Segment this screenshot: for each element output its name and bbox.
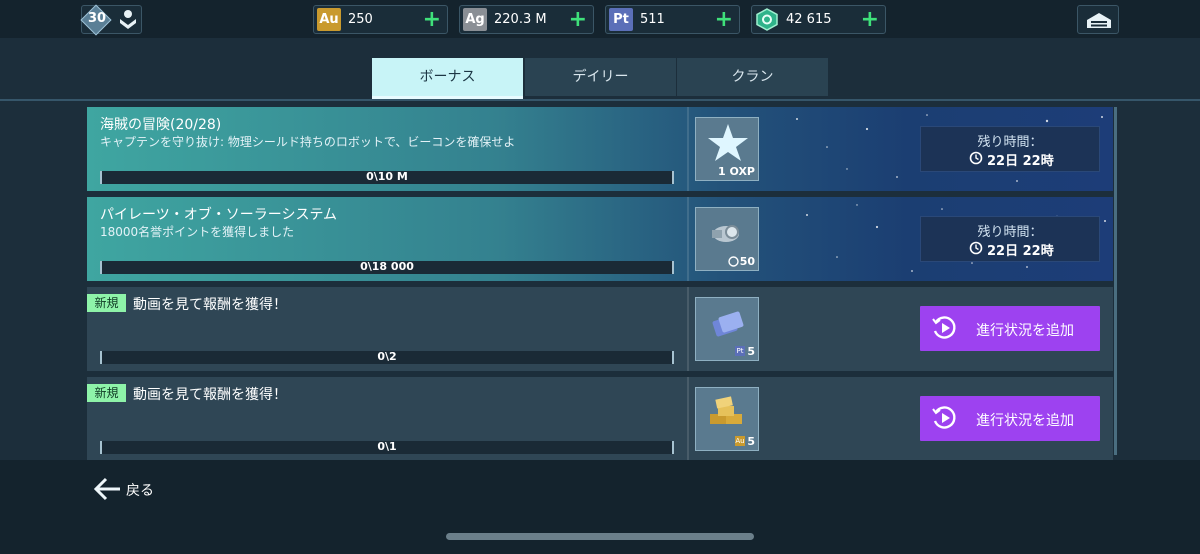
quest-progress-bar: 0\10 M	[100, 170, 674, 184]
rank-chevron-icon	[120, 10, 136, 29]
card-divider	[687, 197, 689, 281]
card-divider	[687, 287, 689, 371]
quest-progress-bar: 0\1	[100, 440, 674, 454]
reward-tile[interactable]: 1 OXP	[695, 117, 759, 181]
quest-card: 新規 動画を見て報酬を獲得！ 0\2 Pt 5 進行状況を追加	[87, 287, 1113, 371]
quest-card: 海賊の冒険(20/28) キャプテンを守り抜け: 物理シールド持ちのロボットで、…	[87, 107, 1113, 191]
card-divider	[687, 377, 689, 460]
quest-title: パイレーツ・オブ・ソーラーシステム	[100, 207, 338, 223]
tab-divider	[0, 99, 1200, 101]
hangar-button[interactable]	[1077, 5, 1119, 34]
new-badge: 新規	[87, 384, 126, 402]
home-indicator[interactable]	[446, 533, 754, 540]
silver-value: 220.3 M	[494, 12, 547, 27]
honor-icon	[728, 256, 739, 267]
new-badge: 新規	[87, 294, 126, 312]
reward-amount: 50	[739, 255, 755, 268]
platinum-value: 511	[640, 12, 665, 27]
gold-value: 250	[348, 12, 373, 27]
time-remaining-value: 22日 22時	[987, 244, 1054, 259]
silver-icon: Ag	[463, 8, 487, 31]
platinum-icon: Pt	[609, 8, 633, 31]
gold-icon: Au	[317, 8, 341, 31]
quest-card: パイレーツ・オブ・ソーラーシステム 18000名誉ポイントを獲得しました 0\1…	[87, 197, 1113, 281]
progress-text: 0\1	[377, 440, 397, 453]
add-progress-button[interactable]: 進行状況を追加	[920, 396, 1100, 441]
star-xp-icon	[708, 124, 748, 161]
tab-bonus[interactable]: ボーナス	[372, 58, 523, 99]
player-level[interactable]: 30	[80, 4, 142, 36]
time-remaining: 残り時間： 22日 22時	[920, 216, 1100, 262]
silver-resource[interactable]: Ag 220.3 M +	[459, 5, 594, 34]
back-label: 戻る	[126, 483, 154, 499]
progress-text: 0\2	[377, 350, 397, 363]
replay-video-icon	[932, 406, 956, 429]
reward-amount: 1 OXP	[718, 165, 755, 178]
add-progress-label: 進行状況を追加	[976, 323, 1074, 339]
add-progress-button[interactable]: 進行状況を追加	[920, 306, 1100, 351]
quest-progress-bar: 0\18 000	[100, 260, 674, 274]
gold-small-icon: Au	[735, 436, 745, 446]
back-arrow-icon	[93, 477, 120, 501]
level-number: 30	[87, 11, 107, 26]
robot-part-icon	[712, 225, 739, 242]
add-progress-label: 進行状況を追加	[976, 413, 1074, 429]
progress-text: 0\10 M	[366, 170, 408, 183]
add-platinum-button[interactable]: +	[715, 7, 733, 33]
reward-tile[interactable]: 50	[695, 207, 759, 271]
time-remaining: 残り時間： 22日 22時	[920, 126, 1100, 172]
platinum-small-icon: Pt	[735, 346, 745, 356]
quest-list[interactable]: 海賊の冒険(20/28) キャプテンを守り抜け: 物理シールド持ちのロボットで、…	[87, 107, 1118, 460]
tab-daily[interactable]: デイリー	[525, 58, 676, 96]
reward-tile[interactable]: Pt 5	[695, 297, 759, 361]
clock-icon	[969, 151, 983, 165]
add-gold-button[interactable]: +	[423, 7, 441, 33]
reward-amount: 5	[747, 435, 755, 448]
platinum-bars-icon	[712, 311, 744, 337]
progress-text: 0\18 000	[360, 260, 414, 273]
quest-title: 動画を見て報酬を獲得！	[133, 387, 287, 403]
hex-key-icon	[756, 8, 778, 31]
list-scrollbar[interactable]	[1114, 107, 1117, 455]
quest-progress-bar: 0\2	[100, 350, 674, 364]
quest-title: 動画を見て報酬を獲得！	[133, 297, 287, 313]
quest-description: 18000名誉ポイントを獲得しました	[100, 225, 295, 239]
add-key-button[interactable]: +	[861, 7, 879, 33]
top-bar: 30 Au 250 + Ag 220.3 M + Pt 511 + 42 615…	[0, 0, 1200, 38]
key-resource[interactable]: 42 615 +	[751, 5, 886, 34]
reward-tile[interactable]: Au 5	[695, 387, 759, 451]
time-remaining-value: 22日 22時	[987, 154, 1054, 169]
add-silver-button[interactable]: +	[569, 7, 587, 33]
hangar-icon	[1087, 13, 1111, 28]
time-remaining-label: 残り時間：	[977, 135, 1043, 150]
gold-resource[interactable]: Au 250 +	[313, 5, 448, 34]
quest-description: キャプテンを守り抜け: 物理シールド持ちのロボットで、ビーコンを確保せよ	[100, 135, 516, 149]
clock-icon	[969, 241, 983, 255]
card-divider	[687, 107, 689, 191]
quest-title: 海賊の冒険(20/28)	[100, 117, 222, 133]
reward-amount: 5	[747, 345, 755, 358]
gold-bars-icon	[710, 396, 742, 424]
key-value: 42 615	[786, 12, 832, 27]
tab-clan[interactable]: クラン	[677, 58, 828, 96]
quest-card: 新規 動画を見て報酬を獲得！ 0\1 Au 5 進行状況を追加	[87, 377, 1113, 460]
time-remaining-label: 残り時間：	[977, 225, 1043, 240]
replay-video-icon	[932, 316, 956, 339]
platinum-resource[interactable]: Pt 511 +	[605, 5, 740, 34]
